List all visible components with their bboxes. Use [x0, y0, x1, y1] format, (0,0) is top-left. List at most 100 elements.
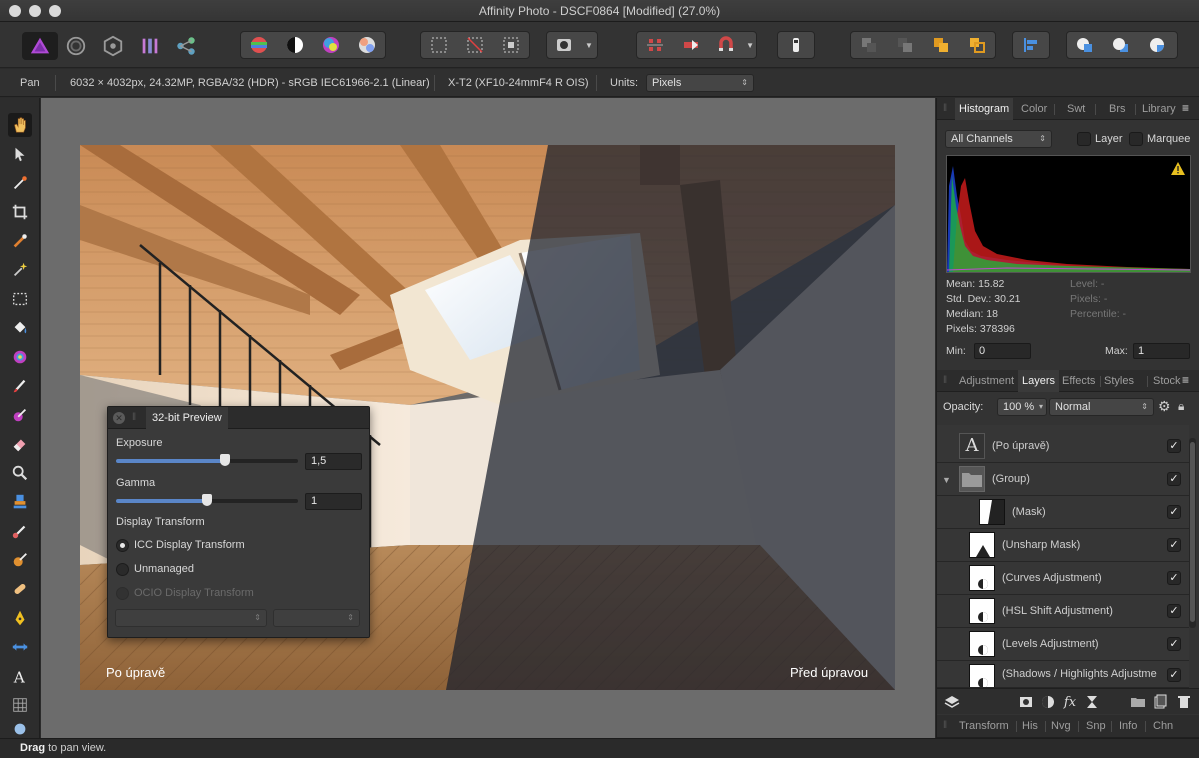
tab-layers[interactable]: Layers — [1018, 370, 1060, 392]
icc-display-transform-radio[interactable] — [116, 539, 129, 552]
close-window-button[interactable] — [9, 5, 21, 17]
move-back-one-button[interactable] — [887, 32, 923, 58]
export-persona-button[interactable] — [172, 32, 200, 60]
tab-transform[interactable]: Transform — [959, 715, 1009, 737]
panel-menu-icon[interactable]: ≡ — [1182, 101, 1189, 115]
erase-brush-tool[interactable] — [8, 432, 32, 456]
tab-swatches[interactable]: Swt — [1067, 98, 1085, 120]
visibility-checkbox[interactable]: ✓ — [1167, 439, 1181, 453]
auto-levels-button[interactable] — [241, 32, 277, 58]
auto-white-balance-button[interactable] — [349, 32, 385, 58]
align-button[interactable] — [1013, 32, 1049, 58]
tab-stock[interactable]: Stock — [1153, 370, 1181, 392]
color-picker-tool[interactable] — [8, 171, 32, 195]
tab-info[interactable]: Info — [1119, 715, 1137, 737]
tab-brushes[interactable]: Brs — [1109, 98, 1126, 120]
move-forward-one-button[interactable] — [923, 32, 959, 58]
move-to-back-button[interactable] — [851, 32, 887, 58]
marquee-checkbox[interactable] — [1129, 132, 1143, 146]
tab-histogram[interactable]: Histogram — [955, 98, 1014, 120]
grip-icon[interactable]: ‖ — [943, 720, 947, 731]
gear-icon[interactable]: ⚙ — [1158, 398, 1171, 415]
mesh-warp-tool[interactable] — [8, 635, 32, 659]
auto-contrast-button[interactable] — [277, 32, 313, 58]
layer-row[interactable]: (Levels Adjustment) ✓ — [937, 628, 1189, 661]
visibility-checkbox[interactable]: ✓ — [1167, 668, 1181, 682]
develop-persona-button[interactable] — [99, 32, 127, 60]
live-filter-button[interactable] — [1083, 693, 1101, 711]
deselect-button[interactable] — [457, 32, 493, 58]
more-tools[interactable] — [8, 720, 32, 738]
tab-styles[interactable]: Styles — [1104, 370, 1134, 392]
gamma-slider-knob[interactable] — [202, 494, 212, 506]
scrollbar-thumb[interactable] — [1190, 442, 1195, 622]
new-group-button[interactable] — [1129, 693, 1147, 711]
smudge-brush-tool[interactable] — [8, 519, 32, 543]
crop-tool[interactable] — [8, 200, 32, 224]
marquee-tool[interactable] — [8, 287, 32, 311]
tab-library[interactable]: Library — [1142, 98, 1176, 120]
assistant-button[interactable] — [778, 32, 814, 58]
tone-mapping-persona-button[interactable] — [136, 32, 164, 60]
panel-menu-icon[interactable]: ≡ — [1182, 373, 1189, 387]
visibility-checkbox[interactable]: ✓ — [1167, 571, 1181, 585]
grip-icon[interactable]: ‖ — [943, 103, 947, 114]
healing-brush-tool[interactable] — [8, 577, 32, 601]
gradient-tool[interactable] — [8, 345, 32, 369]
fx-icon[interactable]: fx — [1061, 693, 1079, 711]
paint-brush-tool[interactable] — [8, 374, 32, 398]
subtract-button[interactable] — [1103, 32, 1139, 58]
flood-select-tool[interactable] — [8, 258, 32, 282]
exposure-slider-knob[interactable] — [220, 454, 231, 466]
tab-adjustment[interactable]: Adjustment — [959, 370, 1014, 392]
visibility-checkbox[interactable]: ✓ — [1167, 604, 1181, 618]
layer-row[interactable]: (HSL Shift Adjustment) ✓ — [937, 595, 1189, 628]
zoom-tool[interactable] — [8, 461, 32, 485]
fill-tool[interactable] — [8, 316, 32, 340]
liquify-persona-button[interactable] — [62, 32, 90, 60]
select-all-button[interactable] — [421, 32, 457, 58]
force-pixel-alignment-button[interactable] — [637, 32, 673, 58]
move-tool[interactable] — [8, 142, 32, 166]
units-select[interactable]: Pixels ⇕ — [646, 74, 754, 92]
layer-row[interactable]: A (Po úpravě) ✓ — [937, 430, 1189, 463]
move-by-whole-pixels-button[interactable] — [673, 32, 709, 58]
quick-mask-dropdown-icon[interactable]: ▼ — [581, 32, 597, 58]
visibility-checkbox[interactable]: ✓ — [1167, 538, 1181, 552]
layers-scrollbar[interactable] — [1189, 438, 1196, 628]
new-pixel-layer-button[interactable] — [1151, 693, 1169, 711]
layer-checkbox[interactable] — [1077, 132, 1091, 146]
unmanaged-radio[interactable] — [116, 563, 129, 576]
snapping-button[interactable] — [708, 32, 744, 58]
minimize-window-button[interactable] — [29, 5, 41, 17]
lock-icon[interactable]: 🔒︎ — [1178, 399, 1184, 414]
layer-row[interactable]: (Unsharp Mask) ✓ — [937, 529, 1189, 562]
perspective-tool[interactable] — [8, 693, 32, 717]
adjustment-button[interactable] — [1039, 693, 1057, 711]
channels-select[interactable]: All Channels ⇕ — [945, 130, 1052, 148]
auto-colors-button[interactable] — [313, 32, 349, 58]
selection-brush-tool[interactable] — [8, 229, 32, 253]
clone-brush-tool[interactable] — [8, 490, 32, 514]
layer-row[interactable]: (Curves Adjustment) ✓ — [937, 562, 1189, 595]
visibility-checkbox[interactable]: ✓ — [1167, 637, 1181, 651]
exposure-field[interactable]: 1,5 — [305, 453, 362, 470]
tab-effects[interactable]: Effects — [1062, 370, 1095, 392]
visibility-checkbox[interactable]: ✓ — [1167, 505, 1181, 519]
opacity-select[interactable]: 100 % ▾ — [997, 398, 1047, 416]
tab-color[interactable]: Color — [1021, 98, 1047, 120]
photo-persona-button[interactable] — [22, 32, 58, 60]
text-tool[interactable]: A — [8, 664, 32, 688]
tab-navigator[interactable]: Nvg — [1051, 715, 1071, 737]
delete-layer-button[interactable] — [1175, 693, 1193, 711]
snapping-dropdown-icon[interactable]: ▼ — [744, 32, 756, 58]
hand-tool[interactable] — [8, 113, 32, 137]
dodge-brush-tool[interactable] — [8, 548, 32, 572]
expand-triangle-icon[interactable]: ▼ — [942, 475, 951, 485]
tab-channels[interactable]: Chn — [1153, 715, 1173, 737]
quick-mask-button[interactable] — [547, 32, 581, 58]
max-field[interactable]: 1 — [1133, 343, 1190, 359]
grip-icon[interactable]: ‖ — [943, 375, 947, 386]
layer-row[interactable]: (Mask) ✓ — [937, 496, 1189, 529]
mask-layer-button[interactable] — [1017, 693, 1035, 711]
